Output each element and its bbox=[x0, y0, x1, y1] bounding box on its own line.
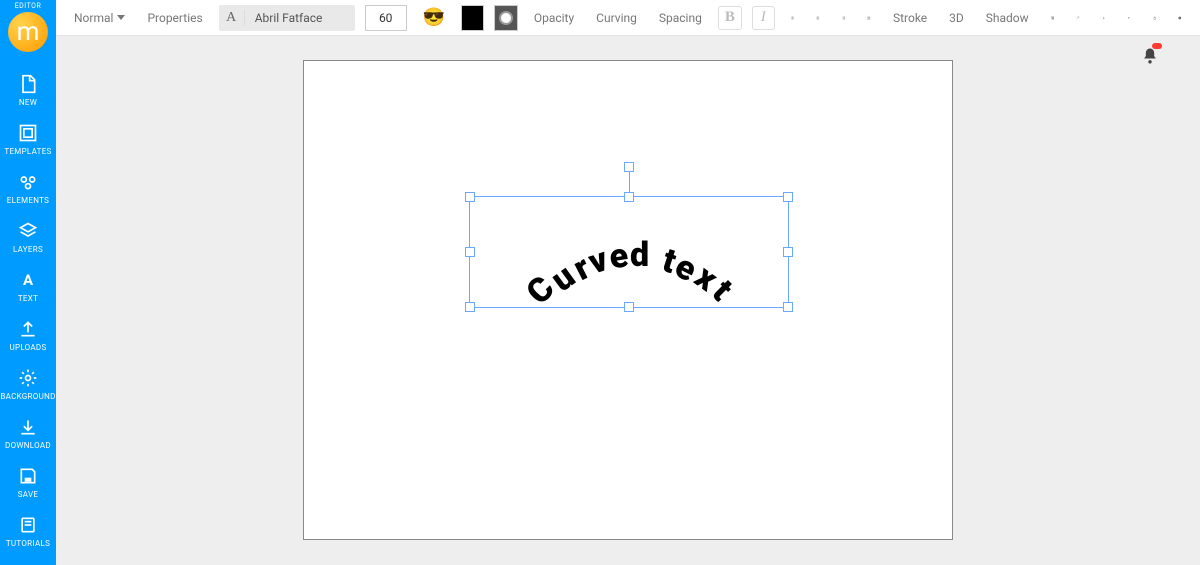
app-logo[interactable]: m bbox=[8, 12, 48, 52]
align-justify-icon[interactable] bbox=[861, 10, 877, 26]
resize-handle-tl[interactable] bbox=[465, 192, 475, 202]
sidebar-item-label: ELEMENTS bbox=[7, 196, 49, 205]
sidebar-item-label: SAVE bbox=[18, 490, 38, 499]
sidebar-item-label: TEXT bbox=[18, 294, 38, 303]
resize-handle-ml[interactable] bbox=[465, 247, 475, 257]
upload-icon bbox=[18, 319, 38, 339]
sidebar-item-download[interactable]: DOWNLOAD bbox=[0, 409, 56, 458]
rotate-handle[interactable] bbox=[624, 162, 634, 172]
font-size-input[interactable] bbox=[365, 5, 407, 31]
templates-icon bbox=[18, 123, 38, 143]
circle-icon bbox=[499, 11, 513, 25]
sidebar: EDITOR m NEW TEMPLATES ELEMENTS LAYERS A… bbox=[0, 0, 56, 565]
spacing-button[interactable]: Spacing bbox=[653, 7, 708, 29]
align-left-icon[interactable] bbox=[785, 10, 801, 26]
download-icon bbox=[18, 417, 38, 437]
file-icon bbox=[18, 74, 38, 94]
curving-button[interactable]: Curving bbox=[590, 7, 643, 29]
fill-color-swatch[interactable] bbox=[461, 5, 484, 31]
stroke-button[interactable]: Stroke bbox=[887, 7, 933, 29]
sidebar-item-templates[interactable]: TEMPLATES bbox=[0, 115, 56, 164]
lock-icon[interactable] bbox=[1147, 10, 1163, 26]
canvas-area: Curved text bbox=[56, 36, 1200, 565]
arrow-down-icon[interactable] bbox=[1096, 10, 1112, 26]
sidebar-item-label: UPLOADS bbox=[9, 343, 46, 352]
sidebar-item-text[interactable]: A TEXT bbox=[0, 262, 56, 311]
curved-text-object[interactable]: Curved text bbox=[528, 235, 729, 275]
sidebar-item-label: DOWNLOAD bbox=[5, 441, 51, 450]
shadow-button[interactable]: Shadow bbox=[980, 7, 1035, 29]
book-icon bbox=[18, 515, 38, 535]
sidebar-item-new[interactable]: NEW bbox=[0, 66, 56, 115]
sidebar-item-tutorials[interactable]: TUTORIALS bbox=[0, 507, 56, 556]
font-picker[interactable]: A Abril Fatface bbox=[219, 5, 355, 31]
sidebar-item-save[interactable]: SAVE bbox=[0, 458, 56, 507]
3d-button[interactable]: 3D bbox=[943, 7, 970, 29]
resize-handle-bm[interactable] bbox=[624, 302, 634, 312]
font-name-label: Abril Fatface bbox=[245, 11, 355, 25]
arrow-up-icon[interactable] bbox=[1121, 10, 1137, 26]
resize-handle-tr[interactable] bbox=[783, 192, 793, 202]
text-icon: A bbox=[18, 270, 38, 290]
sidebar-item-uploads[interactable]: UPLOADS bbox=[0, 311, 56, 360]
emoji-button[interactable]: 😎 bbox=[417, 3, 451, 32]
sidebar-item-label: LAYERS bbox=[13, 245, 43, 254]
font-letter-icon: A bbox=[219, 10, 245, 26]
copy-icon[interactable] bbox=[1045, 10, 1061, 26]
resize-handle-bl[interactable] bbox=[465, 302, 475, 312]
mode-dropdown[interactable]: Normal bbox=[68, 7, 131, 29]
align-right-icon[interactable] bbox=[836, 10, 852, 26]
properties-button[interactable]: Properties bbox=[141, 7, 208, 29]
gear-icon bbox=[18, 368, 38, 388]
wand-icon[interactable] bbox=[1070, 10, 1086, 26]
sidebar-item-layers[interactable]: LAYERS bbox=[0, 213, 56, 262]
bg-color-swatch[interactable] bbox=[494, 5, 517, 31]
editor-tag: EDITOR bbox=[15, 2, 42, 10]
selection-box[interactable]: Curved text bbox=[469, 196, 789, 308]
align-center-icon[interactable] bbox=[810, 10, 826, 26]
sidebar-item-label: TEMPLATES bbox=[4, 147, 51, 156]
sidebar-item-label: BACKGROUND bbox=[0, 392, 55, 401]
sidebar-item-label: NEW bbox=[19, 98, 37, 107]
opacity-button[interactable]: Opacity bbox=[528, 7, 580, 29]
close-icon[interactable] bbox=[1172, 10, 1188, 26]
bold-button[interactable]: B bbox=[718, 6, 742, 30]
sidebar-item-label: TUTORIALS bbox=[6, 539, 50, 548]
resize-handle-br[interactable] bbox=[783, 302, 793, 312]
sidebar-item-background[interactable]: BACKGROUND bbox=[0, 360, 56, 409]
elements-icon bbox=[18, 172, 38, 192]
resize-handle-tm[interactable] bbox=[624, 192, 634, 202]
layers-icon bbox=[18, 221, 38, 241]
top-toolbar: Normal Properties A Abril Fatface 😎 Opac… bbox=[56, 0, 1200, 36]
svg-text:A: A bbox=[23, 271, 34, 289]
italic-button[interactable]: I bbox=[752, 6, 775, 30]
chevron-down-icon bbox=[117, 15, 125, 20]
resize-handle-mr[interactable] bbox=[783, 247, 793, 257]
design-canvas[interactable]: Curved text bbox=[303, 60, 953, 540]
save-icon bbox=[18, 466, 38, 486]
sidebar-item-elements[interactable]: ELEMENTS bbox=[0, 164, 56, 213]
